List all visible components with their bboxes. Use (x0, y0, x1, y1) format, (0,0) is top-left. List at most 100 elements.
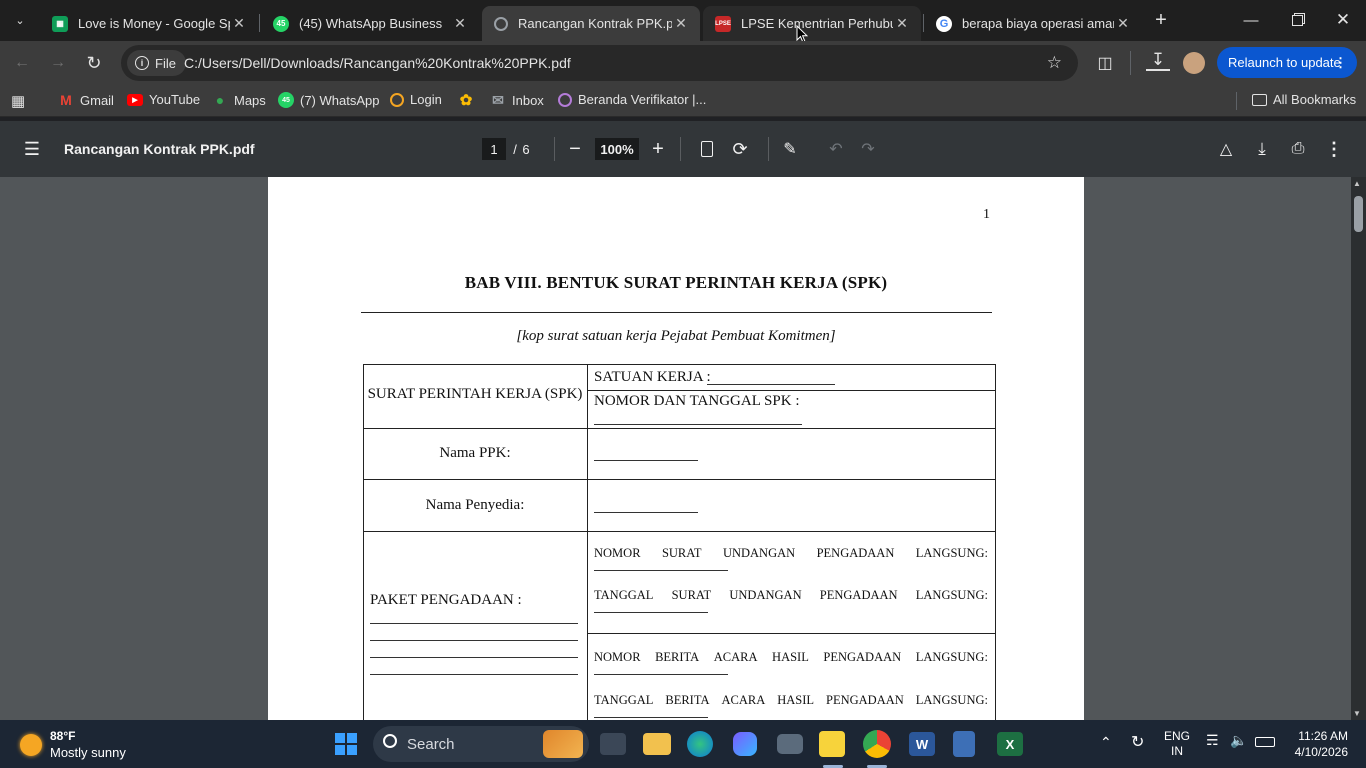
restore-button[interactable] (1274, 0, 1320, 40)
extensions-icon[interactable]: ◫ (1093, 51, 1117, 75)
address-bar[interactable]: i File C:/Users/Dell/Downloads/Rancangan… (121, 45, 1078, 81)
bookmark-whatsapp[interactable]: 45 (7) WhatsApp (278, 92, 379, 108)
bookmark-gmail[interactable]: M Gmail (58, 92, 114, 108)
volume-icon[interactable]: 🔈 (1230, 732, 1247, 749)
file-explorer-icon[interactable] (643, 733, 671, 755)
inbox-icon: ✉ (492, 91, 504, 108)
apps-icon[interactable]: ▦ (11, 92, 25, 110)
menu-icon[interactable]: ☰ (20, 137, 44, 161)
fit-page-icon[interactable] (698, 139, 716, 159)
tab-whatsapp[interactable]: 45 (45) WhatsApp Business ✕ (261, 6, 479, 41)
reload-button[interactable]: ↻ (82, 51, 106, 75)
show-hidden-icons[interactable]: ⌃ (1100, 734, 1112, 751)
url-text[interactable]: C:/Users/Dell/Downloads/Rancangan%20Kont… (184, 55, 571, 71)
battery-icon[interactable] (1255, 737, 1275, 747)
close-tab-icon[interactable]: ✕ (1114, 15, 1132, 32)
pdf-viewer[interactable]: 1 BAB VIII. BENTUK SURAT PERINTAH KERJA … (0, 177, 1366, 720)
weather-widget[interactable]: 88°F Mostly sunny (18, 728, 138, 760)
rotate-icon[interactable]: ⟳ (729, 137, 751, 161)
verifikator-icon (558, 92, 572, 107)
new-tab-button[interactable]: + (1148, 8, 1174, 32)
chevron-down-icon: ⌄ (15, 14, 25, 27)
paket-pengadaan-label: PAKET PENGADAAN : (370, 592, 522, 608)
tab-lpse[interactable]: LPSE LPSE Kementrian Perhubung ✕ (703, 6, 921, 41)
bookmarks-divider (1236, 92, 1237, 110)
close-window-button[interactable]: ✕ (1320, 0, 1366, 40)
close-tab-icon[interactable]: ✕ (893, 15, 911, 32)
close-tab-icon[interactable]: ✕ (451, 15, 469, 32)
close-tab-icon[interactable]: ✕ (672, 15, 690, 32)
bookmark-login[interactable]: Login (390, 92, 442, 107)
tanggal-surat-undangan-row: TANGGAL SURAT UNDANGAN PENGADAAN LANGSUNG: (594, 588, 988, 602)
tab-google-search[interactable]: G berapa biaya operasi amand ✕ (924, 6, 1142, 41)
zoom-input[interactable]: 100% (595, 138, 639, 160)
back-button[interactable]: ← (10, 51, 34, 75)
bookmark-youtube[interactable]: ▶ YouTube (127, 92, 200, 107)
copilot-icon[interactable] (733, 732, 757, 756)
task-view-icon[interactable] (600, 733, 626, 755)
downloads-icon[interactable]: ↧ (1146, 50, 1170, 71)
zoom-out-button[interactable]: − (564, 137, 586, 161)
tab-search-button[interactable]: ⌄ (8, 9, 32, 31)
pdf-page: 1 BAB VIII. BENTUK SURAT PERINTAH KERJA … (268, 177, 1084, 720)
page-number: 1 (983, 207, 990, 222)
site-info-chip[interactable]: i File (127, 50, 186, 76)
drive-save-icon[interactable]: △ (1214, 137, 1238, 161)
windows-start-icon[interactable] (330, 728, 362, 760)
tab-sheets[interactable]: ▦ Love is Money - Google Spre ✕ (40, 6, 258, 41)
spk-table: SURAT PERINTAH KERJA (SPK) Nama PPK: Nam… (363, 364, 996, 720)
all-bookmarks-button[interactable]: All Bookmarks (1252, 92, 1356, 107)
whatsapp-icon: 45 (278, 92, 294, 108)
lpse-icon: LPSE (715, 15, 731, 32)
spk-label: SURAT PERINTAH KERJA (SPK) (367, 386, 583, 402)
sticky-notes-icon[interactable] (819, 731, 845, 757)
restore-icon (1291, 14, 1303, 26)
folder-icon (1252, 93, 1267, 106)
satuan-kerja-label: SATUAN KERJA : (594, 369, 711, 385)
language-indicator[interactable]: ENG IN (1164, 729, 1190, 759)
toolbar-divider (1130, 51, 1131, 75)
nomor-tanggal-label: NOMOR DAN TANGGAL SPK : (594, 393, 800, 409)
bookmark-star-icon[interactable]: ☆ (1047, 53, 1062, 73)
minimize-icon: — (1243, 11, 1259, 29)
excel-icon[interactable]: X (997, 732, 1023, 756)
forward-button[interactable]: → (46, 51, 70, 75)
bookmark-maps[interactable]: ● Maps (212, 92, 266, 108)
profile-avatar[interactable] (1183, 52, 1205, 74)
scrollbar-thumb[interactable] (1354, 196, 1363, 232)
print-icon[interactable]: ⎙ (1286, 137, 1310, 161)
chrome-icon[interactable] (863, 730, 891, 758)
relaunch-to-update-button[interactable]: Relaunch to update ⋮ (1217, 47, 1357, 78)
sun-icon (20, 734, 42, 756)
page-number-input[interactable]: 1 (482, 138, 506, 160)
calculator-icon[interactable] (953, 731, 975, 757)
download-icon[interactable]: ⤓ (1250, 137, 1274, 161)
bookmark-inbox[interactable]: ✉ Inbox (490, 92, 544, 108)
bookmark-verifikator[interactable]: Beranda Verifikator |... (558, 92, 706, 107)
plus-icon: + (1155, 8, 1167, 31)
pdf-divider (554, 137, 555, 161)
tanggal-berita-acara-row: TANGGAL BERITA ACARA HASIL PENGADAAN LANGSUNG… (594, 693, 988, 707)
close-tab-icon[interactable]: ✕ (230, 15, 248, 32)
undo-icon[interactable]: ↶ (825, 137, 847, 161)
more-vert-icon[interactable]: ⋮ (1322, 137, 1346, 161)
scroll-down-icon[interactable]: ▼ (1353, 709, 1361, 718)
scroll-up-icon[interactable]: ▲ (1353, 179, 1361, 188)
wifi-icon[interactable]: ☴ (1206, 732, 1219, 749)
zoom-in-button[interactable]: + (647, 137, 669, 161)
edge-icon[interactable] (687, 731, 713, 757)
sync-icon[interactable]: ↻ (1131, 732, 1144, 752)
clock[interactable]: 11:26 AM 4/10/2026 (1290, 728, 1348, 760)
whatsapp-icon: 45 (273, 15, 289, 32)
minimize-button[interactable]: — (1228, 0, 1274, 40)
camera-icon[interactable] (777, 734, 803, 754)
nomor-surat-undangan-row: NOMOR SURAT UNDANGAN PENGADAAN LANGSUNG: (594, 546, 988, 560)
photos-icon: ✿ (459, 92, 473, 109)
scrollbar[interactable]: ▲ ▼ (1351, 177, 1366, 720)
tab-pdf[interactable]: Rancangan Kontrak PPK.pdf ✕ (482, 6, 700, 41)
redo-icon[interactable]: ↷ (857, 137, 879, 161)
bookmark-photos[interactable]: ✿ (458, 92, 474, 109)
word-icon[interactable]: W (909, 732, 935, 756)
annotate-pen-icon[interactable]: ✎ (779, 137, 801, 161)
taskbar-search[interactable]: Search (373, 726, 589, 762)
